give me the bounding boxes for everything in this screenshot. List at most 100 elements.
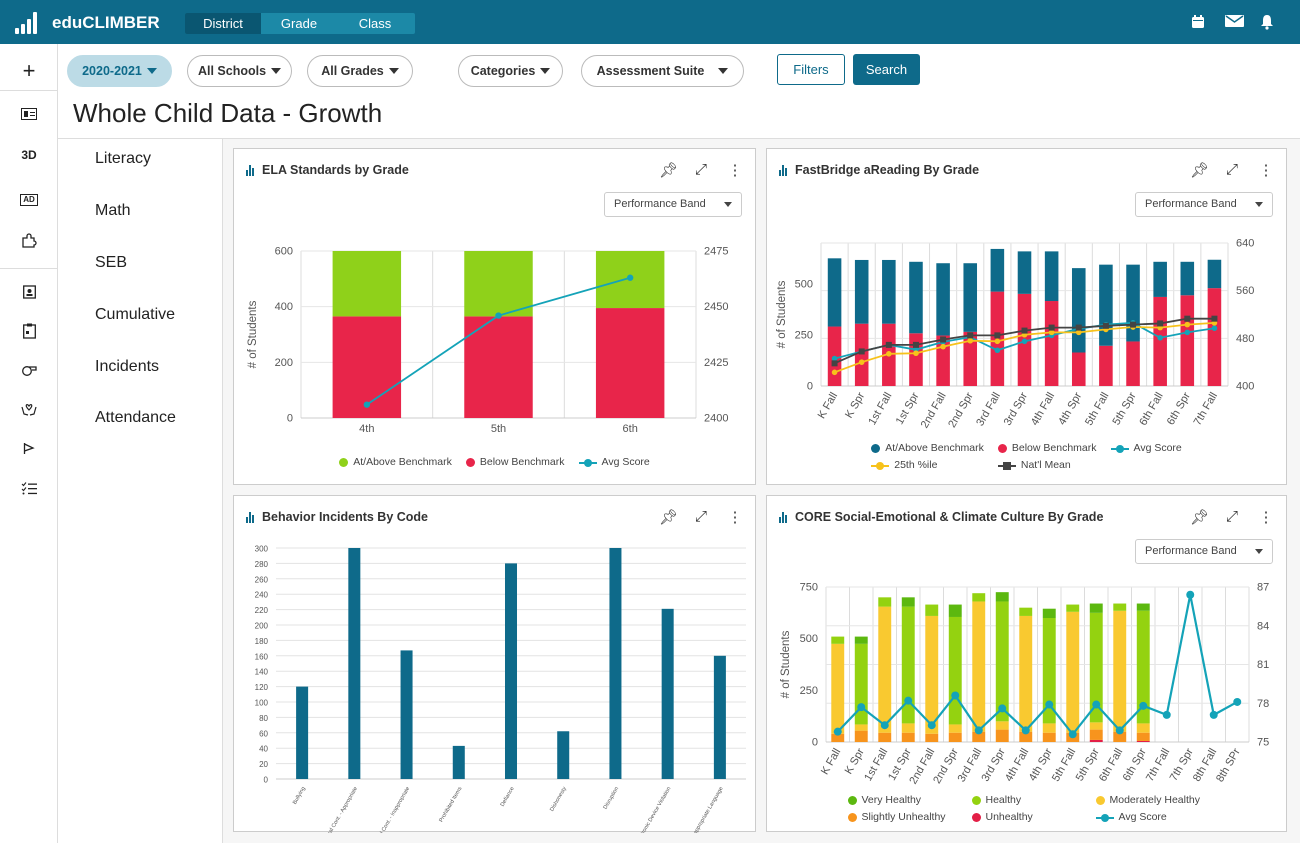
legend-item-at-above-benchmark[interactable]: At/Above Benchmark	[871, 442, 984, 454]
more-vertical-icon[interactable]: ⋮	[1258, 161, 1274, 179]
bar-at-above-benchmark	[1017, 251, 1032, 294]
more-vertical-icon[interactable]: ⋮	[1258, 508, 1274, 526]
expand-icon[interactable]: ⤢	[693, 161, 709, 179]
marker-avg-score	[998, 704, 1007, 713]
subnav-cumulative[interactable]: Cumulative	[95, 306, 175, 324]
y-tick-label: 280	[255, 560, 269, 569]
clipboard-icon[interactable]	[0, 323, 58, 342]
legend-dot-icon	[1095, 795, 1105, 805]
expand-icon[interactable]: ⤢	[1224, 161, 1240, 179]
tab-district[interactable]: District	[185, 13, 261, 34]
legend-item-25th-ile[interactable]: 25th %ile	[871, 459, 984, 471]
student-card-icon[interactable]	[0, 108, 58, 123]
marker-avg-score	[1157, 334, 1163, 341]
expand-icon[interactable]: ⤢	[693, 508, 709, 526]
bar-healthy	[1113, 603, 1127, 611]
subnav-seb[interactable]: SEB	[95, 254, 127, 272]
legend-dot-icon	[847, 795, 857, 805]
search-button[interactable]: Search	[853, 54, 920, 85]
whistle-icon[interactable]	[0, 364, 58, 379]
helping-hands-icon[interactable]	[0, 402, 58, 419]
assessment-suite-dropdown[interactable]: Assessment Suite	[581, 55, 744, 87]
add-icon[interactable]: +	[0, 58, 58, 84]
y2-tick-label: 640	[1236, 238, 1254, 250]
legend-item-slightly-unhealthy[interactable]: Slightly Unhealthy	[847, 811, 958, 823]
chevron-down-icon	[388, 68, 399, 74]
student-profile-icon[interactable]	[0, 284, 58, 302]
ad-label: AD	[20, 194, 38, 206]
legend-item-avg-score[interactable]: Avg Score	[578, 456, 650, 468]
legend-item-avg-score[interactable]: Avg Score	[1095, 811, 1206, 823]
panel-header: CORE Social-Emotional & Climate Culture …	[779, 510, 1103, 524]
expand-icon[interactable]: ⤢	[1224, 508, 1240, 526]
legend-label: Below Benchmark	[479, 456, 565, 468]
bar-healthy	[925, 604, 939, 616]
categories-dropdown[interactable]: Categories	[458, 55, 563, 87]
y-tick-label: 80	[259, 714, 268, 723]
more-vertical-icon[interactable]: ⋮	[727, 161, 743, 179]
school-year-dropdown[interactable]: 2020-2021	[67, 55, 172, 87]
marker-avg-score	[1139, 701, 1148, 710]
pin-icon[interactable]: 📌︎	[1190, 508, 1209, 526]
bar-very-healthy	[1136, 603, 1150, 611]
schools-dropdown[interactable]: All Schools	[187, 55, 292, 87]
tab-class[interactable]: Class	[337, 13, 413, 34]
bell-icon[interactable]	[1259, 14, 1275, 30]
3d-icon[interactable]: 3D	[0, 148, 58, 162]
legend-item-below-benchmark[interactable]: Below Benchmark	[465, 456, 565, 468]
bar-very-healthy	[995, 592, 1009, 602]
puzzle-icon[interactable]	[0, 232, 58, 251]
flag-icon[interactable]	[0, 442, 58, 458]
subnav-attendance[interactable]: Attendance	[95, 409, 176, 427]
legend-item-moderately-healthy[interactable]: Moderately Healthy	[1095, 794, 1206, 806]
y-tick-label: 220	[255, 606, 269, 615]
y-tick-label: 180	[255, 637, 269, 646]
mail-icon[interactable]	[1224, 14, 1244, 30]
assessment-suite-label: Assessment Suite	[596, 64, 705, 78]
marker-25th-ile	[1184, 321, 1191, 328]
y-tick-label: 260	[255, 575, 269, 584]
bar-chart-icon	[779, 511, 787, 523]
performance-band-dropdown[interactable]: Performance Band	[604, 192, 742, 217]
legend-item-very-healthy[interactable]: Very Healthy	[847, 794, 958, 806]
more-vertical-icon[interactable]: ⋮	[727, 508, 743, 526]
bar-healthy	[1066, 604, 1080, 612]
grades-dropdown[interactable]: All Grades	[307, 55, 413, 87]
legend-item-unhealthy[interactable]: Unhealthy	[971, 811, 1082, 823]
x-tick-label: Bullying	[292, 786, 307, 806]
x-tick-label: 7th Fall	[1192, 391, 1220, 428]
bar-very-healthy	[854, 636, 868, 644]
x-tick-label: Dishonesty	[549, 786, 568, 813]
x-tick-label: 6th Fall	[1137, 391, 1165, 428]
bar-incidents	[609, 548, 622, 779]
marker-nat-l-mean	[858, 348, 865, 355]
legend-label: Avg Score	[1133, 442, 1182, 454]
marker-avg-score	[951, 691, 960, 700]
calendar-icon[interactable]	[1190, 14, 1206, 30]
y2-tick-label: 84	[1257, 620, 1269, 632]
grades-label: All Grades	[321, 64, 384, 78]
marker-nat-l-mean	[912, 341, 919, 348]
subnav-literacy[interactable]: Literacy	[95, 150, 151, 168]
pin-icon[interactable]: 📌︎	[659, 161, 678, 179]
bar-at-above-benchmark	[882, 259, 896, 324]
pin-icon[interactable]: 📌︎	[1190, 161, 1209, 179]
legend-item-at-above-benchmark[interactable]: At/Above Benchmark	[339, 456, 452, 468]
chart-legend: At/Above Benchmark Below Benchmark Avg Sco…	[767, 442, 1286, 471]
performance-band-dropdown[interactable]: Performance Band	[1135, 539, 1273, 564]
x-tick-label: 6th Spr	[1165, 390, 1193, 427]
subnav-incidents[interactable]: Incidents	[95, 358, 159, 376]
legend-item-nat-l-mean[interactable]: Nat'l Mean	[997, 459, 1097, 471]
legend-item-avg-score[interactable]: Avg Score	[1110, 442, 1182, 454]
legend-item-healthy[interactable]: Healthy	[971, 794, 1082, 806]
subnav-math[interactable]: Math	[95, 202, 131, 220]
bar-at-above-benchmark	[1126, 264, 1140, 342]
pin-icon[interactable]: 📌︎	[659, 508, 678, 526]
performance-band-dropdown[interactable]: Performance Band	[1135, 192, 1273, 217]
tab-grade[interactable]: Grade	[261, 13, 337, 34]
y-tick-label: 750	[800, 582, 818, 594]
ad-icon[interactable]: AD	[0, 190, 58, 206]
legend-item-below-benchmark[interactable]: Below Benchmark	[997, 442, 1097, 454]
checklist-icon[interactable]	[0, 482, 58, 498]
filters-button[interactable]: Filters	[777, 54, 845, 85]
